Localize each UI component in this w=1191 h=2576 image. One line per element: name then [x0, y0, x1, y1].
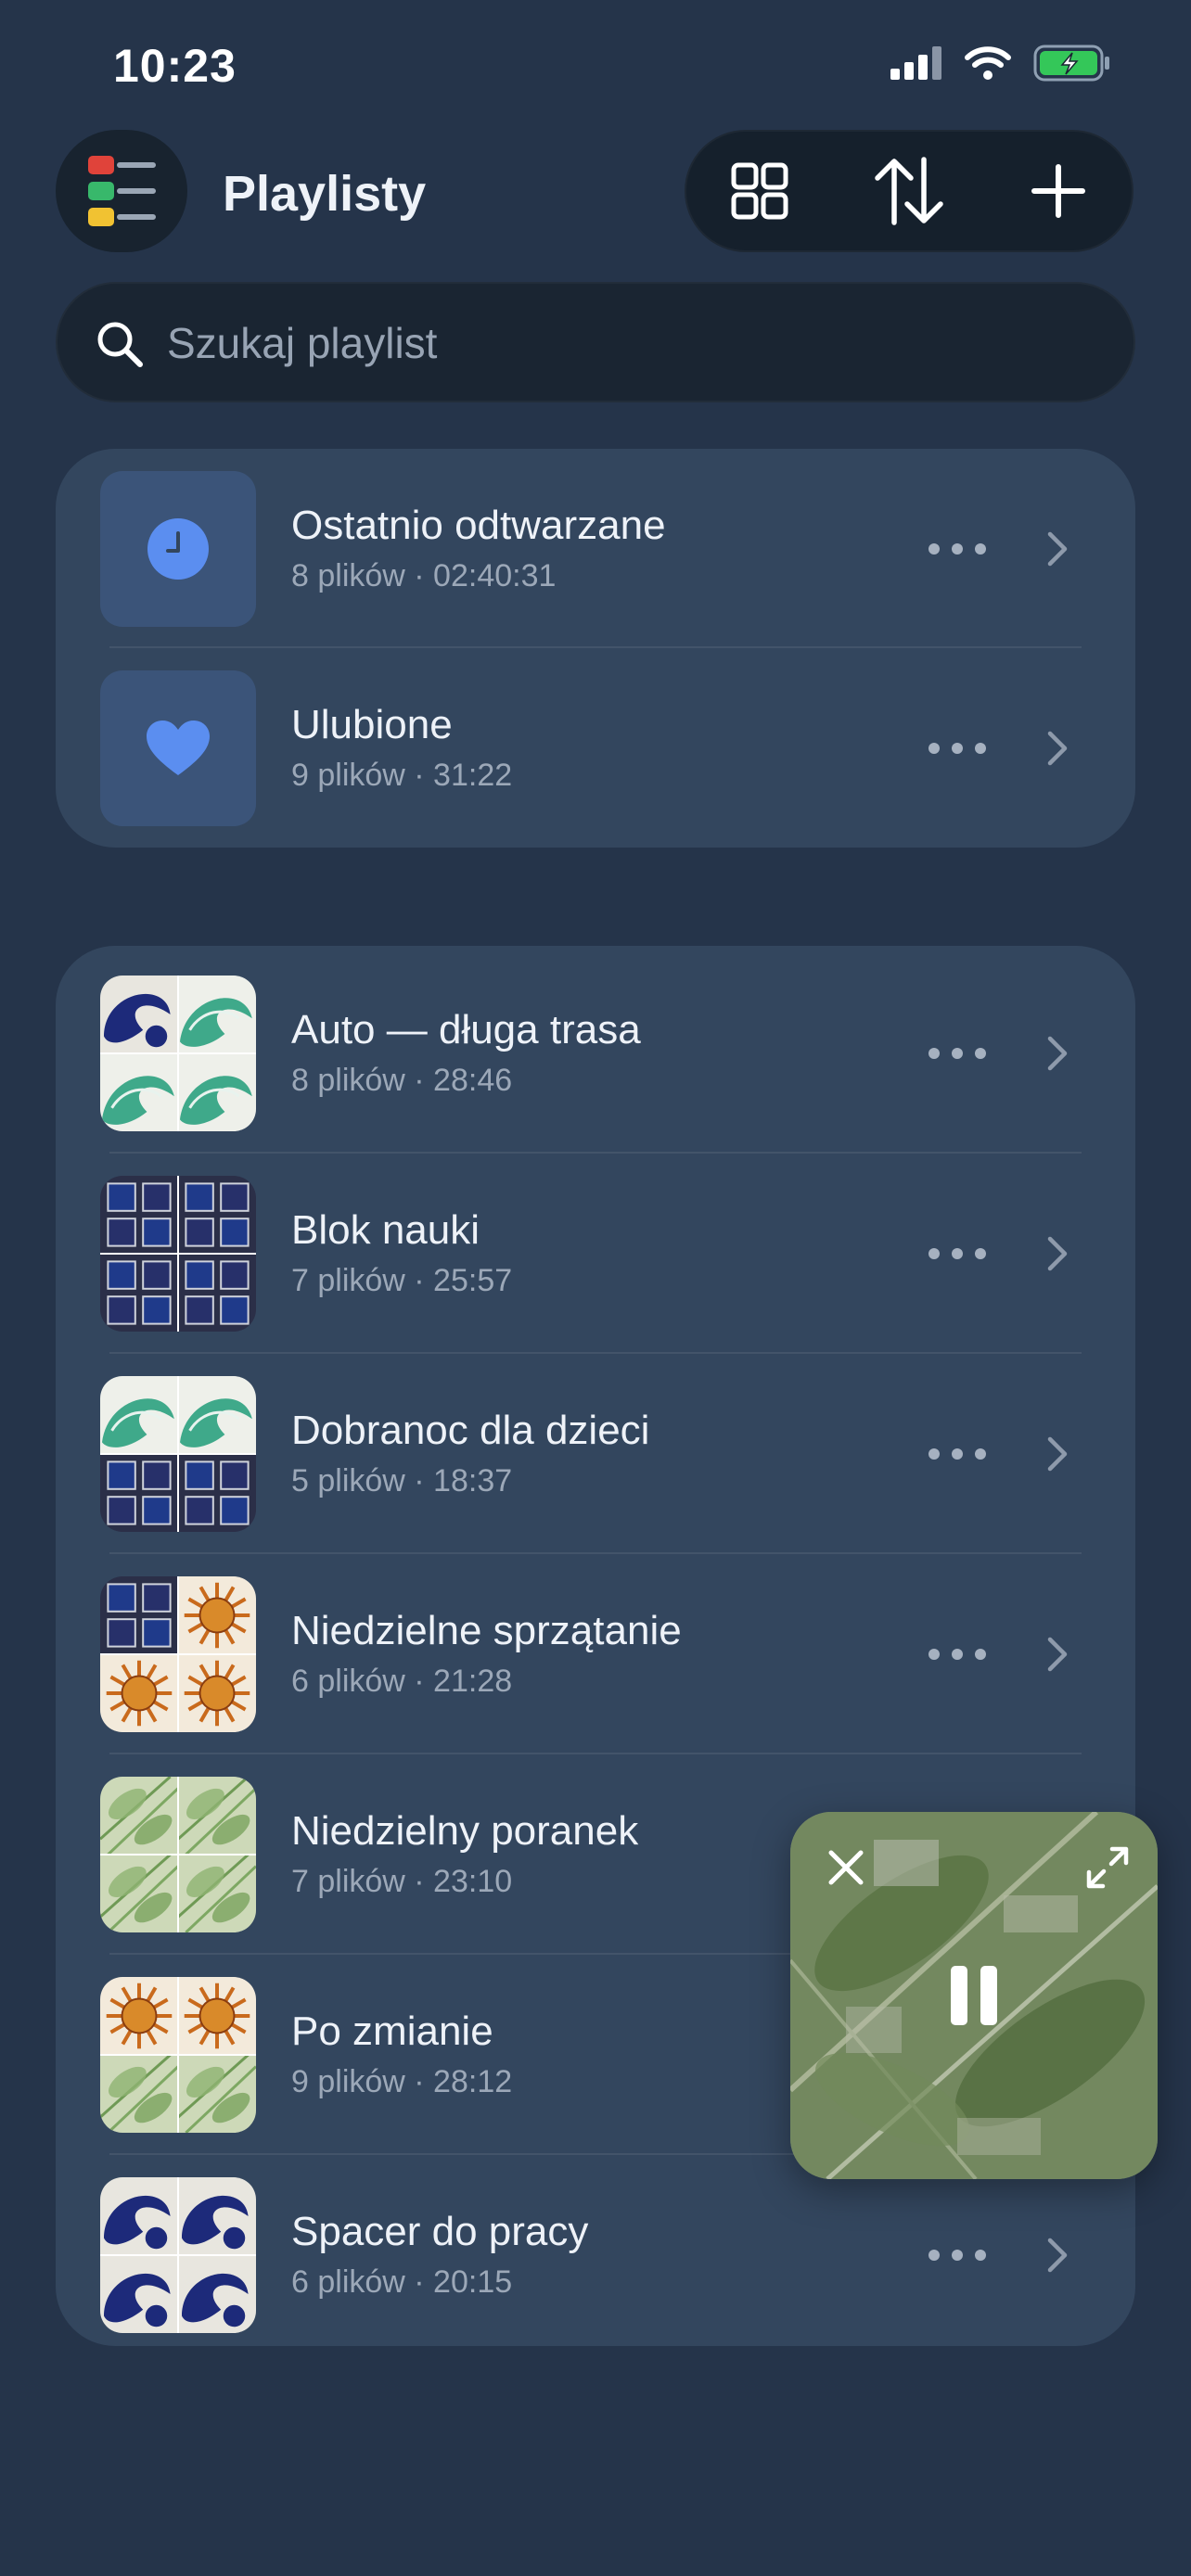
playlist-thumbnail	[100, 1977, 256, 2133]
chevron-right-icon	[1039, 721, 1076, 776]
chevron-right-icon	[1039, 1226, 1076, 1282]
playlist-meta: 9 plików · 28:12	[291, 2064, 513, 2099]
chevron-right-icon	[1039, 1626, 1076, 1682]
grid-icon	[731, 162, 788, 220]
playlist-thumbnail	[100, 1176, 256, 1332]
chevron-right-icon	[1039, 521, 1076, 577]
playlist-cover-art	[100, 1376, 256, 1532]
playlist-row[interactable]: Blok nauki 7 plików · 25:57	[56, 1154, 1135, 1354]
favorites-thumbnail	[100, 670, 256, 826]
playlist-title: Niedzielne sprzątanie	[291, 1608, 682, 1653]
heart-icon	[147, 721, 210, 775]
sort-arrows-icon	[875, 157, 943, 225]
playlist-cover-art	[100, 1176, 256, 1332]
status-icons	[890, 45, 1111, 82]
playlist-cover-art	[100, 1977, 256, 2133]
expand-player-button[interactable]	[1080, 1840, 1135, 1895]
more-options-button[interactable]	[920, 1026, 994, 1081]
search-bar[interactable]	[56, 282, 1135, 404]
playlist-title: Blok nauki	[291, 1207, 480, 1253]
playlist-meta: 9 plików · 31:22	[291, 758, 513, 793]
ellipsis-icon	[928, 1448, 986, 1460]
plus-icon	[1031, 164, 1086, 218]
more-options-button[interactable]	[920, 1426, 994, 1482]
playlist-cover-art	[100, 1777, 256, 1932]
recent-thumbnail	[100, 471, 256, 627]
playlist-row[interactable]: Niedzielne sprzątanie 6 plików · 21:28	[56, 1554, 1135, 1754]
playlist-row[interactable]: Auto — długa trasa 8 plików · 28:46	[56, 953, 1135, 1154]
playlist-thumbnail	[100, 1576, 256, 1732]
ellipsis-icon	[928, 1048, 986, 1059]
playlist-title: Ulubione	[291, 702, 453, 747]
playlist-title: Spacer do pracy	[291, 2209, 589, 2254]
clock-icon	[147, 518, 209, 580]
status-bar: 10:23	[0, 0, 1191, 139]
ellipsis-icon	[928, 2250, 986, 2261]
chevron-right-icon	[1039, 1026, 1076, 1081]
playlist-meta: 8 plików · 02:40:31	[291, 558, 557, 593]
more-options-button[interactable]	[920, 2227, 994, 2283]
playlist-thumbnail	[100, 1777, 256, 1932]
add-playlist-button[interactable]	[1007, 140, 1109, 242]
mini-player[interactable]	[790, 1812, 1158, 2179]
more-options-button[interactable]	[920, 1626, 994, 1682]
playlist-meta: 7 plików · 23:10	[291, 1864, 513, 1899]
playlist-cover-art	[100, 976, 256, 1131]
more-options-button[interactable]	[920, 1226, 994, 1282]
app-menu-button[interactable]	[56, 130, 187, 252]
playlist-cover-art	[100, 2177, 256, 2333]
ellipsis-icon	[928, 1248, 986, 1259]
playlist-meta: 6 plików · 21:28	[291, 1664, 513, 1699]
battery-charging-icon	[1033, 45, 1109, 82]
playlist-stack-icon	[88, 156, 156, 226]
playlist-row-favorites[interactable]: Ulubione 9 plików · 31:22	[56, 648, 1135, 848]
pause-button[interactable]	[929, 1951, 1018, 2040]
playlist-title: Niedzielny poranek	[291, 1808, 639, 1854]
playlist-meta: 8 plików · 28:46	[291, 1063, 513, 1098]
playlist-row[interactable]: Spacer do pracy 6 plików · 20:15	[56, 2155, 1135, 2355]
chevron-right-icon	[1039, 2227, 1076, 2283]
close-mini-player-button[interactable]	[818, 1840, 874, 1895]
playlist-title: Ostatnio odtwarzane	[291, 503, 666, 548]
status-time: 10:23	[113, 40, 237, 92]
expand-icon	[1086, 1846, 1129, 1889]
more-options-button[interactable]	[920, 721, 994, 776]
playlist-title: Auto — długa trasa	[291, 1007, 641, 1052]
sort-button[interactable]	[858, 140, 960, 242]
header-toolbar	[685, 130, 1133, 252]
more-options-button[interactable]	[920, 521, 994, 577]
ellipsis-icon	[928, 543, 986, 555]
search-input[interactable]	[165, 282, 1078, 404]
search-icon	[97, 322, 143, 367]
page-title: Playlisty	[223, 166, 427, 222]
playlist-cover-art	[100, 1576, 256, 1732]
special-playlists-card: Ostatnio odtwarzane 8 plików · 02:40:31 …	[56, 449, 1135, 848]
playlist-row-recent[interactable]: Ostatnio odtwarzane 8 plików · 02:40:31	[56, 449, 1135, 649]
signal-bars-icon	[890, 46, 941, 80]
playlist-title: Dobranoc dla dzieci	[291, 1408, 650, 1453]
grid-view-button[interactable]	[709, 140, 811, 242]
playlist-thumbnail	[100, 976, 256, 1131]
pause-icon	[951, 1966, 997, 2025]
ellipsis-icon	[928, 1649, 986, 1660]
playlist-thumbnail	[100, 1376, 256, 1532]
playlist-thumbnail	[100, 2177, 256, 2333]
ellipsis-icon	[928, 743, 986, 754]
playlist-title: Po zmianie	[291, 2009, 493, 2054]
playlist-meta: 5 plików · 18:37	[291, 1463, 513, 1498]
wifi-icon	[965, 46, 1011, 80]
chevron-right-icon	[1039, 1426, 1076, 1482]
close-icon	[828, 1850, 864, 1885]
playlist-meta: 6 plików · 20:15	[291, 2264, 513, 2300]
playlist-row[interactable]: Dobranoc dla dzieci 5 plików · 18:37	[56, 1354, 1135, 1554]
playlist-meta: 7 plików · 25:57	[291, 1263, 513, 1298]
